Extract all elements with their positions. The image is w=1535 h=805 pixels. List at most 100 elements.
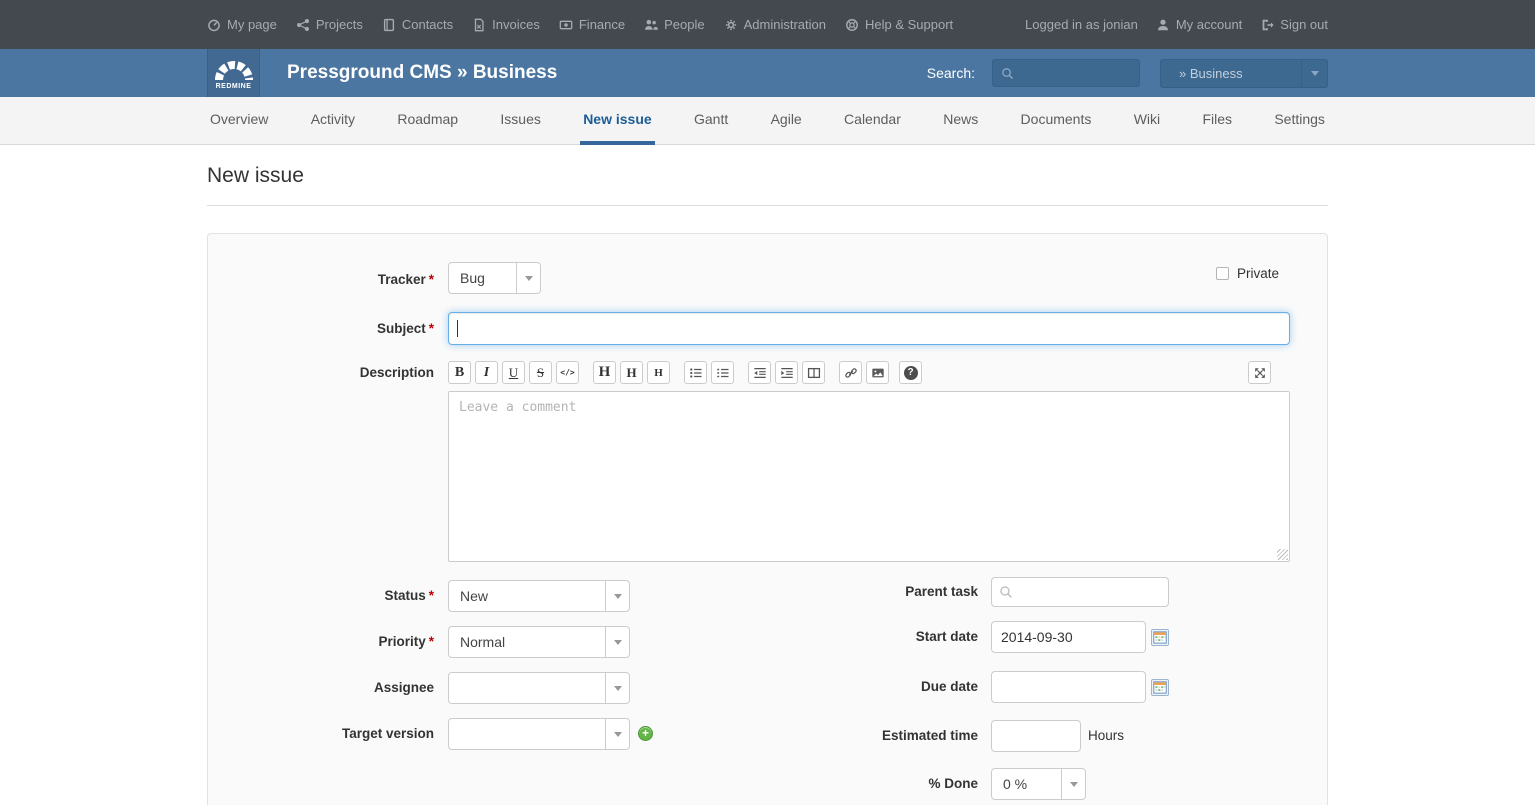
chevron-down-icon — [1070, 782, 1078, 787]
chevron-down-icon — [1311, 71, 1319, 76]
table-button[interactable] — [802, 361, 825, 384]
nav-administration-label: Administration — [744, 17, 826, 32]
priority-select-value: Normal — [449, 627, 605, 657]
due-date-input[interactable] — [991, 671, 1146, 703]
image-icon — [871, 366, 885, 380]
tab-news[interactable]: News — [940, 97, 981, 145]
code-button[interactable]: </> — [556, 361, 579, 384]
required-asterisk: * — [429, 634, 434, 649]
tracker-select[interactable]: Bug — [448, 262, 541, 294]
main-content: New issue Tracker* Bug Private Subject* … — [207, 164, 1328, 805]
underline-button[interactable]: U — [502, 361, 525, 384]
outdent-icon — [753, 366, 767, 380]
start-date-calendar-button[interactable] — [1151, 629, 1169, 646]
nav-people[interactable]: People — [644, 17, 704, 32]
nav-help-support[interactable]: Help & Support — [845, 17, 953, 32]
assignee-label: Assignee — [208, 672, 434, 704]
estimated-time-input[interactable] — [991, 720, 1081, 752]
unordered-list-button[interactable] — [684, 361, 707, 384]
strikethrough-button[interactable]: S — [529, 361, 552, 384]
hours-suffix-label: Hours — [1088, 720, 1124, 752]
search-input[interactable] — [1020, 66, 1131, 81]
tracker-label: Tracker* — [208, 264, 434, 296]
add-version-button[interactable]: + — [638, 726, 653, 741]
tab-calendar[interactable]: Calendar — [841, 97, 904, 145]
redmine-logo[interactable]: REDMINE — [207, 49, 260, 97]
help-icon: ? — [904, 366, 918, 380]
subject-field-wrap — [448, 312, 1290, 345]
done-ratio-select-caret-button[interactable] — [1061, 769, 1085, 799]
assignee-select-caret-button[interactable] — [605, 673, 629, 703]
private-checkbox[interactable] — [1216, 267, 1229, 280]
description-textarea[interactable] — [448, 391, 1290, 562]
nav-finance[interactable]: Finance — [559, 17, 625, 32]
nav-administration[interactable]: Administration — [724, 17, 826, 32]
my-account-link[interactable]: My account — [1156, 17, 1242, 32]
tab-gantt[interactable]: Gantt — [691, 97, 731, 145]
priority-select-caret-button[interactable] — [605, 627, 629, 657]
parent-task-field-wrap — [991, 577, 1169, 607]
status-label: Status* — [208, 580, 434, 612]
target-version-select-caret-button[interactable] — [605, 719, 629, 749]
status-select[interactable]: New — [448, 580, 630, 612]
assignee-select-value — [449, 673, 605, 703]
nav-contacts[interactable]: Contacts — [382, 17, 453, 32]
tab-issues[interactable]: Issues — [497, 97, 543, 145]
project-jump-caret-button[interactable] — [1301, 60, 1327, 87]
people-icon — [644, 18, 658, 32]
bold-button[interactable]: B — [448, 361, 471, 384]
heading2-button[interactable]: H — [620, 361, 643, 384]
heading1-button[interactable]: H — [593, 361, 616, 384]
help-ring-icon — [845, 18, 859, 32]
parent-task-input[interactable] — [991, 577, 1169, 607]
tab-settings[interactable]: Settings — [1271, 97, 1328, 145]
nav-projects[interactable]: Projects — [296, 17, 363, 32]
required-asterisk: * — [429, 321, 434, 336]
image-button[interactable] — [866, 361, 889, 384]
nav-my-page[interactable]: My page — [207, 17, 277, 32]
priority-select[interactable]: Normal — [448, 626, 630, 658]
outdent-button[interactable] — [748, 361, 771, 384]
calendar-icon — [1153, 631, 1167, 644]
tab-new-issue[interactable]: New issue — [580, 97, 654, 145]
search-icon — [1001, 67, 1014, 80]
my-account-label: My account — [1176, 17, 1242, 32]
done-ratio-label: % Done — [748, 768, 978, 800]
nav-invoices[interactable]: Invoices — [472, 17, 540, 32]
project-jump-select[interactable]: » Business — [1160, 59, 1328, 88]
project-tab-bar: Overview Activity Roadmap Issues New iss… — [0, 97, 1535, 145]
tab-documents[interactable]: Documents — [1018, 97, 1095, 145]
done-ratio-select[interactable]: 0 % — [991, 768, 1086, 800]
italic-button[interactable]: I — [475, 361, 498, 384]
done-ratio-select-value: 0 % — [992, 769, 1061, 799]
assignee-select[interactable] — [448, 672, 630, 704]
sign-out-link[interactable]: Sign out — [1260, 17, 1328, 32]
start-date-input[interactable] — [991, 621, 1146, 653]
project-jump-value: » Business — [1161, 66, 1301, 81]
description-label: Description — [208, 360, 434, 385]
chevron-down-icon — [525, 276, 533, 281]
tab-roadmap[interactable]: Roadmap — [394, 97, 461, 145]
due-date-calendar-button[interactable] — [1151, 679, 1169, 696]
new-issue-form: Tracker* Bug Private Subject* Descriptio… — [207, 233, 1328, 805]
tracker-select-caret-button[interactable] — [516, 263, 540, 293]
tab-agile[interactable]: Agile — [768, 97, 805, 145]
fullscreen-button[interactable] — [1248, 361, 1271, 384]
target-version-select[interactable] — [448, 718, 630, 750]
tab-overview[interactable]: Overview — [207, 97, 271, 145]
help-button[interactable]: ? — [899, 361, 922, 384]
status-select-caret-button[interactable] — [605, 581, 629, 611]
priority-label: Priority* — [208, 626, 434, 658]
tab-files[interactable]: Files — [1199, 97, 1235, 145]
tab-wiki[interactable]: Wiki — [1131, 97, 1163, 145]
required-asterisk: * — [429, 272, 434, 287]
tab-activity[interactable]: Activity — [308, 97, 358, 145]
ordered-list-button[interactable] — [711, 361, 734, 384]
heading3-button[interactable]: H — [647, 361, 670, 384]
indent-button[interactable] — [775, 361, 798, 384]
title-divider — [207, 205, 1328, 206]
chevron-down-icon — [614, 686, 622, 691]
subject-input[interactable] — [448, 312, 1290, 345]
search-box — [992, 59, 1140, 87]
link-button[interactable] — [839, 361, 862, 384]
